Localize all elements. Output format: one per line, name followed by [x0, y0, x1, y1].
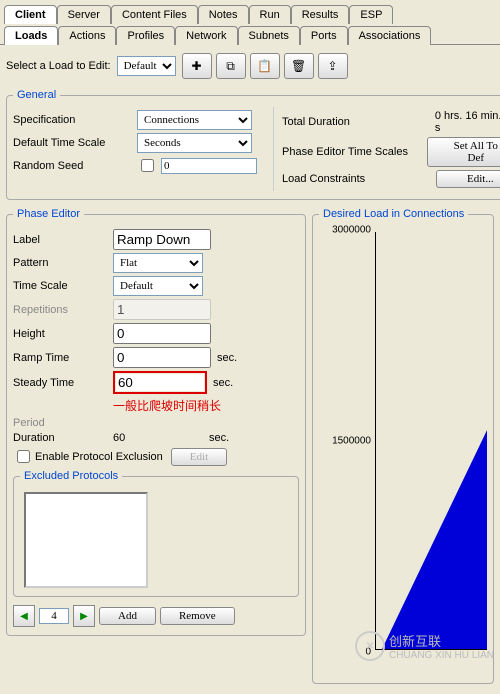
chart-legend: Desired Load in Connections — [319, 208, 468, 220]
paste-icon[interactable]: 📋 — [250, 53, 280, 79]
copy-icon[interactable]: ⧉ — [216, 53, 246, 79]
pattern-label: Pattern — [13, 257, 113, 269]
excl-proto-legend: Excluded Protocols — [20, 470, 122, 482]
height-label: Height — [13, 328, 113, 340]
chart-area — [382, 232, 487, 649]
spec-select[interactable]: Connections — [137, 110, 252, 130]
watermark-logo-icon: ✕ — [355, 631, 385, 661]
timescale-select[interactable]: Seconds — [137, 133, 252, 153]
load-chart: 300000015000000 — [327, 226, 487, 656]
setall-button[interactable]: Set All To Def — [427, 137, 500, 167]
height-input[interactable] — [113, 323, 211, 344]
ramp-label: Ramp Time — [13, 352, 113, 364]
constraints-edit-button[interactable]: Edit... — [436, 170, 500, 188]
tab-loads[interactable]: Loads — [4, 26, 58, 45]
tab-notes[interactable]: Notes — [198, 5, 249, 24]
watermark: ✕ 创新互联CHUANG XIN HU LIAN — [355, 631, 494, 661]
ramp-unit: sec. — [217, 352, 247, 364]
steady-input[interactable] — [116, 374, 204, 391]
excl-edit-button: Edit — [171, 448, 227, 466]
totaldur-value: 0 hrs. 16 min. 55 s — [435, 110, 500, 134]
select-load-label: Select a Load to Edit: — [6, 60, 111, 72]
period-label: Period — [13, 417, 113, 429]
phasescales-label: Phase Editor Time Scales — [282, 146, 423, 158]
tab-content-files[interactable]: Content Files — [111, 5, 198, 24]
y-tick: 1500000 — [332, 436, 371, 447]
duration-label: Duration — [13, 432, 113, 444]
excl-label: Enable Protocol Exclusion — [35, 451, 163, 463]
load-select[interactable]: Default — [117, 56, 176, 76]
ptimescale-select[interactable]: Default — [113, 276, 203, 296]
remove-phase-button[interactable]: Remove — [160, 607, 235, 625]
tab-run[interactable]: Run — [249, 5, 291, 24]
y-tick: 3000000 — [332, 225, 371, 236]
phase-editor-group: Phase Editor Label PatternFlat Time Scal… — [6, 208, 306, 636]
seed-checkbox[interactable] — [141, 159, 154, 172]
totaldur-label: Total Duration — [282, 116, 431, 128]
duration-unit: sec. — [209, 432, 239, 444]
spec-label: Specification — [13, 114, 133, 126]
ramp-input[interactable] — [113, 347, 211, 368]
label-input[interactable] — [113, 229, 211, 250]
timescale-label: Default Time Scale — [13, 137, 133, 149]
steady-unit: sec. — [213, 377, 243, 389]
seed-label: Random Seed — [13, 160, 133, 172]
phase-index-input[interactable] — [39, 608, 69, 624]
general-legend: General — [13, 89, 60, 101]
new-icon[interactable]: ✚ — [182, 53, 212, 79]
tab-profiles[interactable]: Profiles — [116, 26, 175, 45]
seed-input[interactable] — [161, 158, 257, 174]
tab-actions[interactable]: Actions — [58, 26, 116, 45]
excluded-list[interactable] — [24, 492, 148, 588]
tab-client[interactable]: Client — [4, 5, 57, 24]
constraints-label: Load Constraints — [282, 173, 432, 185]
tab-network[interactable]: Network — [175, 26, 237, 45]
general-group: General Specification Connections Default… — [6, 89, 500, 200]
annotation-text: 一般比爬坡时间稍长 — [113, 397, 299, 414]
tab-associations[interactable]: Associations — [348, 26, 432, 45]
steady-label: Steady Time — [13, 377, 113, 389]
tab-ports[interactable]: Ports — [300, 26, 348, 45]
prev-phase-button[interactable]: ◀ — [13, 605, 35, 627]
tab-results[interactable]: Results — [291, 5, 350, 24]
delete-icon[interactable]: 🗑 — [284, 53, 314, 79]
tab-subnets[interactable]: Subnets — [238, 26, 300, 45]
pattern-select[interactable]: Flat — [113, 253, 203, 273]
excl-checkbox[interactable] — [17, 450, 30, 463]
export-icon[interactable]: ⇪ — [318, 53, 348, 79]
reps-label: Repetitions — [13, 304, 113, 316]
tab-server[interactable]: Server — [57, 5, 111, 24]
reps-input — [113, 299, 211, 320]
label-label: Label — [13, 234, 113, 246]
tab-esp[interactable]: ESP — [349, 5, 393, 24]
chart-group: Desired Load in Connections 3000000 15000… — [312, 208, 494, 684]
add-phase-button[interactable]: Add — [99, 607, 156, 625]
next-phase-button[interactable]: ▶ — [73, 605, 95, 627]
phase-editor-legend: Phase Editor — [13, 208, 84, 220]
duration-value: 60 — [113, 432, 203, 444]
ptimescale-label: Time Scale — [13, 280, 113, 292]
